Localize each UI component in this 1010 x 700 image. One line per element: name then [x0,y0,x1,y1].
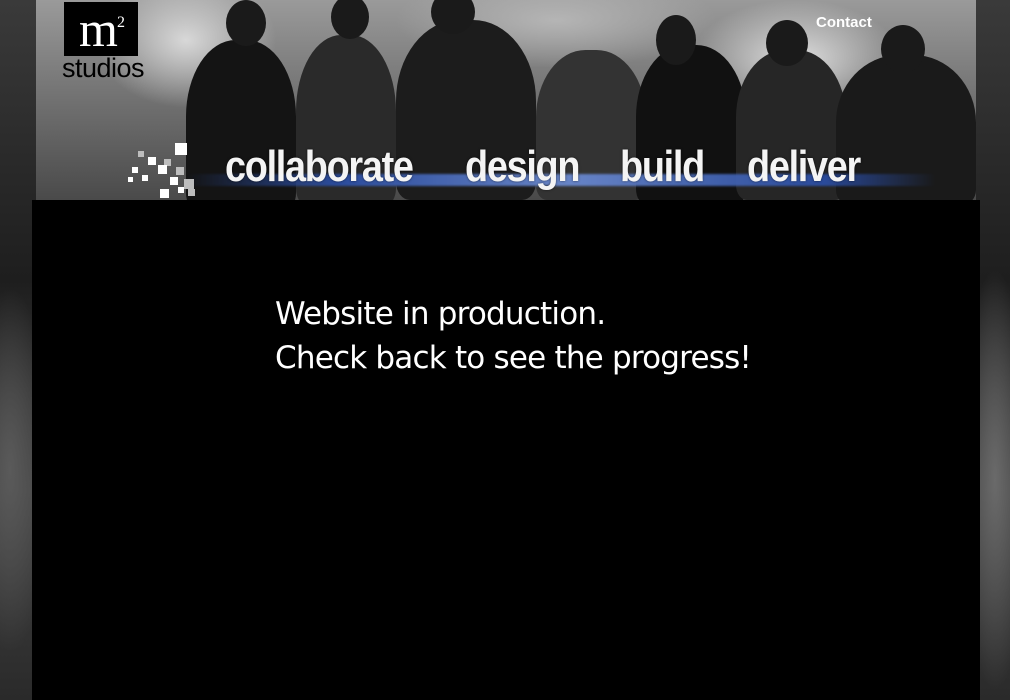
silhouette [881,25,925,73]
nav-design[interactable]: design [465,142,580,192]
silhouette [656,15,696,65]
silhouette [766,20,808,66]
main-nav: collaborate design build deliver [36,142,976,192]
silhouette [226,0,266,46]
message-line-1: Website in production. [275,296,606,332]
nav-deliver[interactable]: deliver [747,142,861,192]
nav-collaborate[interactable]: collaborate [225,142,414,192]
nav-build[interactable]: build [620,142,705,192]
studio-logo[interactable]: m2 studios [52,2,154,82]
main-content: Website in production. Check back to see… [32,200,980,700]
production-message: Website in production. Check back to see… [275,292,752,380]
message-line-2: Check back to see the progress! [275,340,752,376]
logo-wordmark: studios [61,53,145,83]
logo-mark: m2 [64,2,138,56]
silhouette [331,0,369,39]
contact-link[interactable]: Contact [816,14,872,31]
header-banner: m2 studios Contact collaborate design bu… [36,0,976,200]
